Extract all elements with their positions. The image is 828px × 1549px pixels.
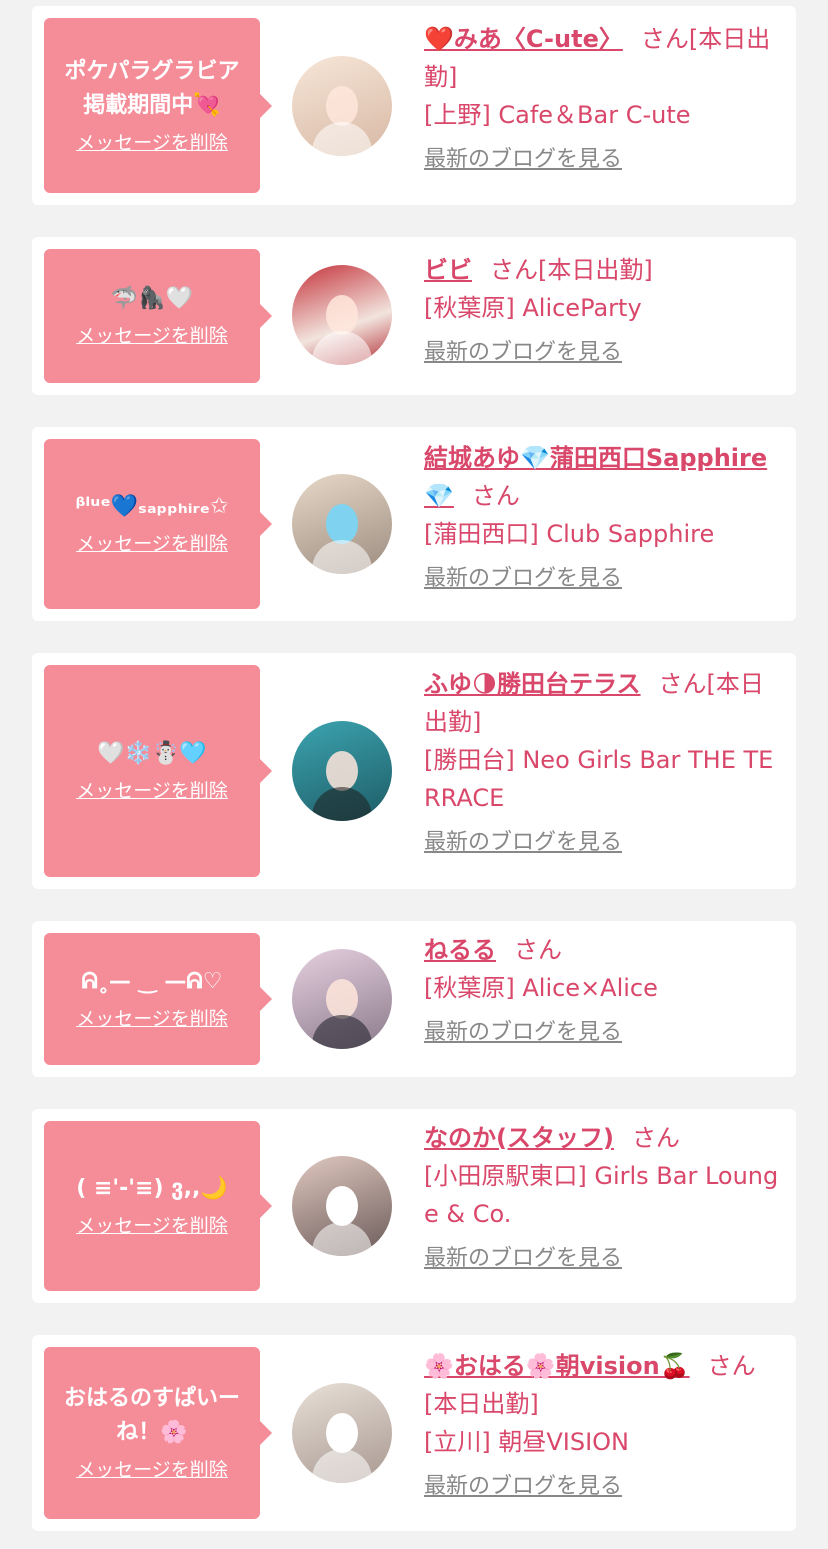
avatar-figure [326,751,358,791]
cast-name-link[interactable]: ❤️みあ〈C-ute〉 [424,25,623,53]
message-bubble: ポケパラグラビア 掲載期間中💘 メッセージを削除 [44,18,272,193]
avatar-figure [326,1186,358,1226]
cast-status: さん [514,936,562,964]
avatar[interactable] [292,1383,392,1483]
shop-location: [小田原駅東口] Girls Bar Lounge & Co. [424,1162,779,1228]
cast-status: さん[本日出勤] [490,256,653,284]
cast-name-link[interactable]: 🌸おはる🌸朝vision🍒 [424,1352,690,1380]
list-item: ( ≡'-'≡) ვ,,🌙 メッセージを削除 なのか(スタッフ) さん [小田原駅… [32,1109,796,1303]
cast-status: さん [631,1124,680,1152]
delete-message-link[interactable]: メッセージを削除 [76,129,228,157]
cast-name-link[interactable]: ふゆ🌗勝田台テラス [424,670,641,698]
latest-blog-link[interactable]: 最新のブログを見る [424,563,784,595]
shop-location: [秋葉原] Alice×Alice [424,974,658,1002]
message-bubble: ( ≡'-'≡) ვ,,🌙 メッセージを削除 [44,1121,272,1291]
avatar[interactable] [292,1156,392,1256]
latest-blog-link[interactable]: 最新のブログを見る [424,1017,784,1049]
list-item: ポケパラグラビア 掲載期間中💘 メッセージを削除 ❤️みあ〈C-ute〉 さん[本… [32,6,796,205]
shop-location: [勝田台] Neo Girls Bar THE TERRACE [424,746,774,812]
delete-message-link[interactable]: メッセージを削除 [76,1212,228,1240]
list-item: おはるのすぱいー ね！🌸 メッセージを削除 🌸おはる🌸朝vision🍒 さん [本… [32,1335,796,1531]
list-item: ᵝˡᵘᵉ💙ₛₐₚₚₕᵢᵣₑ✩ メッセージを削除 結城あゆ💎蒲田西口Sapphir… [32,427,796,621]
cast-name-link[interactable]: ねるる [424,936,496,964]
avatar[interactable] [292,474,392,574]
cast-status: さん [707,1352,756,1380]
cast-name-link[interactable]: ビビ [424,256,472,284]
shop-location: [秋葉原] AliceParty [424,294,642,322]
message-bubble: 🦈🦍🤍 メッセージを削除 [44,249,272,383]
latest-blog-link[interactable]: 最新のブログを見る [424,337,784,369]
cast-status: さん [471,482,520,510]
avatar[interactable] [292,265,392,365]
message-text: 🤍❄️☃️🩵 [97,741,207,766]
message-text: ᵝˡᵘᵉ💙ₛₐₚₚₕᵢᵣₑ✩ [75,494,229,519]
avatar[interactable] [292,721,392,821]
message-bubble: おはるのすぱいー ね！🌸 メッセージを削除 [44,1347,272,1519]
message-text: ポケパラグラビア 掲載期間中💘 [64,58,240,118]
cast-info: ❤️みあ〈C-ute〉 さん[本日出勤] [上野] Cafe＆Bar C-ute … [424,20,784,176]
avatar[interactable] [292,56,392,156]
latest-blog-link[interactable]: 最新のブログを見る [424,1471,784,1503]
cast-info: 結城あゆ💎蒲田西口Sapphire💎 さん [蒲田西口] Club Sapphir… [424,439,784,595]
delete-message-link[interactable]: メッセージを削除 [76,1456,228,1484]
list-item: ᕱ˳— ‿ —ᕱ♡ メッセージを削除 ねるる さん [秋葉原] Alice×Ali… [32,921,796,1077]
message-bubble: 🤍❄️☃️🩵 メッセージを削除 [44,665,272,877]
latest-blog-link[interactable]: 最新のブログを見る [424,144,784,176]
cast-info: ふゆ🌗勝田台テラス さん[本日出勤] [勝田台] Neo Girls Bar TH… [424,665,784,859]
message-text: ᕱ˳— ‿ —ᕱ♡ [81,969,223,994]
list-item: 🦈🦍🤍 メッセージを削除 ビビ さん[本日出勤] [秋葉原] AliceParty… [32,237,796,395]
avatar-figure [326,295,358,335]
message-bubble: ᕱ˳— ‿ —ᕱ♡ メッセージを削除 [44,933,272,1065]
delete-message-link[interactable]: メッセージを削除 [76,1005,228,1033]
delete-message-link[interactable]: メッセージを削除 [76,530,228,558]
shop-location: [立川] 朝昼VISION [424,1428,630,1456]
shop-location: [上野] Cafe＆Bar C-ute [424,101,691,129]
message-bubble: ᵝˡᵘᵉ💙ₛₐₚₚₕᵢᵣₑ✩ メッセージを削除 [44,439,272,609]
avatar-figure [326,86,358,126]
avatar-figure [326,1413,358,1453]
message-text: おはるのすぱいー ね！🌸 [63,1386,240,1445]
cast-name-link[interactable]: なのか(スタッフ) [424,1124,614,1152]
cast-info: なのか(スタッフ) さん [小田原駅東口] Girls Bar Lounge & … [424,1119,784,1275]
shop-location: [蒲田西口] Club Sapphire [424,520,715,548]
avatar-figure [326,504,358,544]
delete-message-link[interactable]: メッセージを削除 [76,777,228,805]
cast-attendance: [本日出勤] [424,1390,539,1418]
delete-message-link[interactable]: メッセージを削除 [76,322,228,350]
message-text: ( ≡'-'≡) ვ,,🌙 [76,1176,228,1201]
avatar[interactable] [292,949,392,1049]
list-item: 🤍❄️☃️🩵 メッセージを削除 ふゆ🌗勝田台テラス さん[本日出勤] [勝田台] … [32,653,796,889]
cast-info: 🌸おはる🌸朝vision🍒 さん [本日出勤] [立川] 朝昼VISION 最新の… [424,1347,784,1503]
cast-info: ビビ さん[本日出勤] [秋葉原] AliceParty 最新のブログを見る [424,251,784,369]
message-list: ポケパラグラビア 掲載期間中💘 メッセージを削除 ❤️みあ〈C-ute〉 さん[本… [0,0,828,1549]
latest-blog-link[interactable]: 最新のブログを見る [424,827,784,859]
cast-info: ねるる さん [秋葉原] Alice×Alice 最新のブログを見る [424,931,784,1049]
latest-blog-link[interactable]: 最新のブログを見る [424,1243,784,1275]
message-text: 🦈🦍🤍 [110,286,194,311]
avatar-figure [326,979,358,1019]
